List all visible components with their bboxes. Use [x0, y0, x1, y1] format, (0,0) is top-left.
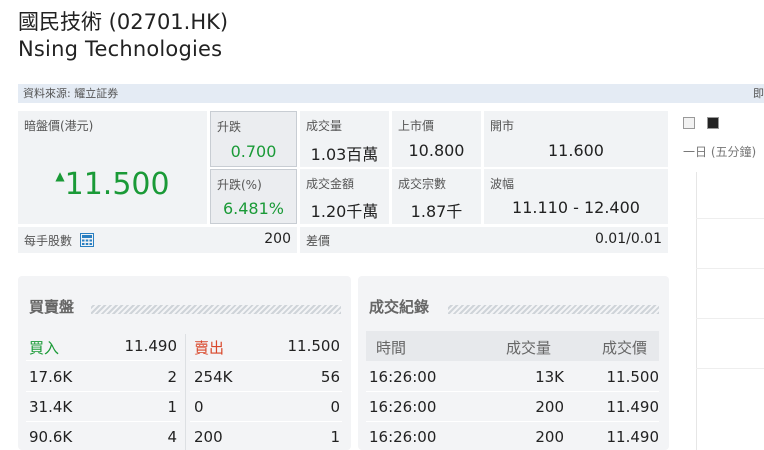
ask-count: 0	[330, 398, 340, 416]
open-label: 開市	[490, 119, 515, 133]
spread-value: 0.01/0.01	[594, 231, 662, 247]
ask-qty: 254K	[194, 368, 233, 386]
intraday-chart: 一日 (五分鐘)	[676, 110, 764, 450]
trade-log-title: 成交紀錄	[369, 298, 430, 316]
range-value: 11.110 - 12.400	[512, 198, 640, 217]
bid-count: 1	[167, 398, 177, 416]
chart-grid-line	[696, 368, 764, 369]
list-price-label: 上市價	[398, 119, 435, 133]
price-label: 暗盤價(港元)	[24, 119, 94, 133]
chart-style-light-toggle[interactable]	[683, 117, 695, 129]
trade-price: 11.490	[606, 428, 660, 446]
lot-size-value: 200	[264, 231, 291, 247]
turnover-value: 1.20千萬	[310, 202, 379, 221]
change-label: 升跌	[217, 120, 242, 134]
ask-qty: 0	[194, 398, 204, 416]
chart-grid-line	[696, 268, 764, 269]
lot-size-label: 每手股數	[24, 232, 94, 249]
divider	[366, 391, 659, 392]
bid-ask-divider	[185, 334, 186, 450]
change-pct-label: 升跌(%)	[217, 178, 262, 192]
change-cell: 升跌 0.700	[210, 111, 297, 167]
list-price-cell: 上市價 10.800	[392, 111, 481, 167]
list-price-value: 10.800	[408, 141, 465, 160]
order-book-title-stripe	[91, 305, 341, 314]
chart-grid-line	[696, 218, 764, 219]
bid-count: 2	[167, 368, 177, 386]
price-cell: 暗盤價(港元) ▲11.500	[18, 111, 207, 224]
trade-volume: 200	[535, 428, 564, 446]
ask-count: 1	[330, 428, 340, 446]
open-cell: 開市 11.600	[484, 111, 668, 167]
turnover-cell: 成交金額 1.20千萬	[300, 169, 389, 224]
trade-price: 11.500	[606, 368, 660, 386]
best-ask-price: 11.500	[287, 337, 341, 355]
bid-qty: 17.6K	[29, 368, 73, 386]
change-pct-cell: 升跌(%) 6.481%	[210, 169, 297, 224]
lot-size-cell: 每手股數 200	[18, 227, 297, 253]
range-label: 波幅	[490, 177, 515, 191]
source-bar: 資料來源: 耀立証券 即	[18, 84, 764, 103]
source-text: 資料來源: 耀立証券	[23, 87, 119, 100]
trades-cell: 成交宗數 1.87千	[392, 169, 481, 224]
trade-price: 11.490	[606, 398, 660, 416]
bid-label: 買入	[29, 339, 60, 357]
change-value: 0.700	[230, 142, 277, 161]
last-price: ▲11.500	[55, 167, 170, 202]
chart-grid-line	[696, 318, 764, 319]
ask-count: 56	[320, 368, 340, 386]
trade-log-panel: 成交紀錄 時間 成交量 成交價 16:26:00 13K 11.500 16:2…	[358, 276, 669, 450]
divider	[26, 421, 180, 422]
trade-time: 16:26:00	[369, 398, 437, 416]
chart-axis-line	[696, 172, 697, 450]
trades-value: 1.87千	[410, 202, 463, 221]
quote-panel: 暗盤價(港元) ▲11.500 升跌 0.700 升跌(%) 6.481% 成交…	[18, 111, 668, 256]
volume-cell: 成交量 1.03百萬	[300, 111, 389, 167]
bid-qty: 31.4K	[29, 398, 73, 416]
spread-cell: 差價 0.01/0.01	[300, 227, 668, 253]
bid-qty: 90.6K	[29, 428, 73, 446]
divider	[366, 421, 659, 422]
up-arrow-icon: ▲	[55, 169, 65, 183]
divider	[190, 360, 342, 361]
source-bar-edge-text: 即	[753, 87, 764, 100]
divider	[26, 360, 180, 361]
volume-label: 成交量	[306, 119, 343, 133]
column-header-volume: 成交量	[505, 339, 551, 357]
calculator-icon[interactable]	[79, 233, 94, 247]
trade-time: 16:26:00	[369, 368, 437, 386]
turnover-label: 成交金額	[306, 177, 355, 191]
trade-time: 16:26:00	[369, 428, 437, 446]
volume-value: 1.03百萬	[310, 145, 379, 164]
divider	[190, 421, 342, 422]
trade-log-title-stripe	[448, 305, 659, 314]
column-header-time: 時間	[376, 339, 407, 357]
chart-period-label: 一日 (五分鐘)	[683, 145, 757, 159]
ask-qty: 200	[194, 428, 223, 446]
divider	[26, 391, 180, 392]
bid-count: 4	[167, 428, 177, 446]
spread-label: 差價	[306, 234, 331, 248]
best-bid-price: 11.490	[124, 337, 178, 355]
ask-label: 賣出	[194, 339, 225, 357]
trades-label: 成交宗數	[398, 177, 447, 191]
column-header-price: 成交價	[601, 339, 647, 357]
order-book-panel: 買賣盤 買入 11.490 賣出 11.500 17.6K 2 254K 56 …	[18, 276, 351, 450]
stock-title: 國民技術 (02701.HK)	[18, 10, 229, 34]
order-book-title: 買賣盤	[29, 298, 75, 316]
trade-volume: 200	[535, 398, 564, 416]
open-value: 11.600	[548, 141, 604, 160]
stock-name-en: Nsing Technologies	[18, 37, 223, 61]
change-pct-value: 6.481%	[222, 199, 284, 218]
chart-style-dark-toggle[interactable]	[707, 117, 719, 129]
range-cell: 波幅 11.110 - 12.400	[484, 169, 668, 224]
trade-volume: 13K	[535, 368, 564, 386]
divider	[190, 391, 342, 392]
